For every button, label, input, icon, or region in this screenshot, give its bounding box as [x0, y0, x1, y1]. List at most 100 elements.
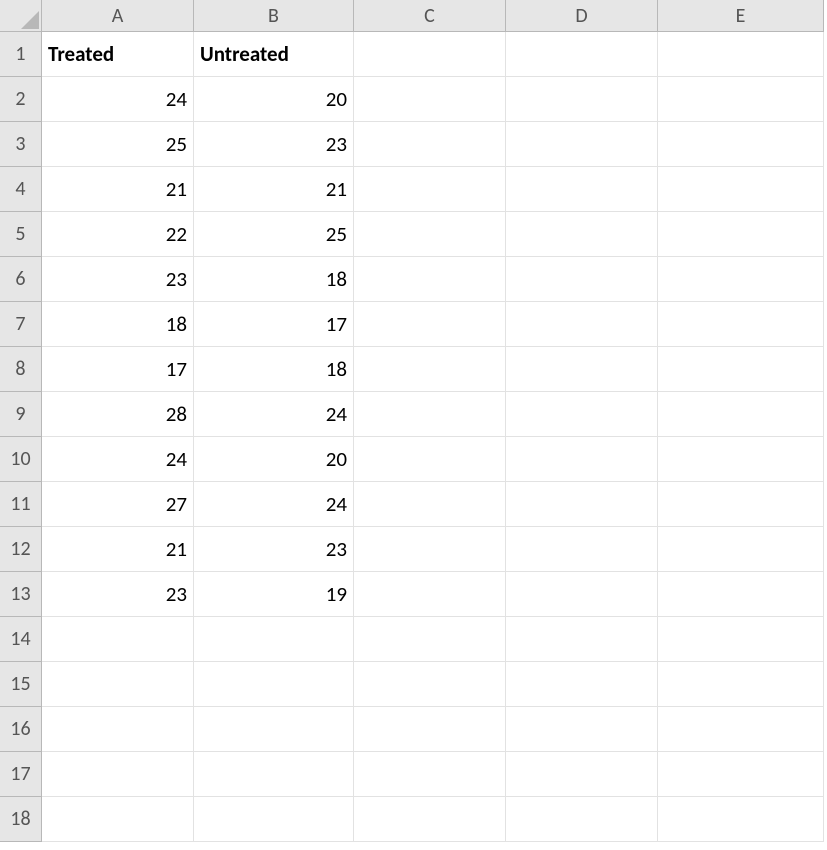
- row-header-2[interactable]: 2: [0, 77, 42, 122]
- cell-C16[interactable]: [354, 707, 506, 752]
- column-header-E[interactable]: E: [658, 0, 824, 32]
- cell-D5[interactable]: [506, 212, 658, 257]
- cell-E8[interactable]: [658, 347, 824, 392]
- cell-A5[interactable]: 22: [42, 212, 194, 257]
- cell-D14[interactable]: [506, 617, 658, 662]
- cell-C4[interactable]: [354, 167, 506, 212]
- cell-D6[interactable]: [506, 257, 658, 302]
- cell-E9[interactable]: [658, 392, 824, 437]
- cell-C1[interactable]: [354, 32, 506, 77]
- cell-E13[interactable]: [658, 572, 824, 617]
- cell-C11[interactable]: [354, 482, 506, 527]
- cell-A9[interactable]: 28: [42, 392, 194, 437]
- cell-E4[interactable]: [658, 167, 824, 212]
- cell-C3[interactable]: [354, 122, 506, 167]
- cell-B12[interactable]: 23: [194, 527, 354, 572]
- cell-E7[interactable]: [658, 302, 824, 347]
- row-header-6[interactable]: 6: [0, 257, 42, 302]
- cell-B3[interactable]: 23: [194, 122, 354, 167]
- column-header-A[interactable]: A: [42, 0, 194, 32]
- cell-A1[interactable]: Treated: [42, 32, 194, 77]
- cell-C18[interactable]: [354, 797, 506, 842]
- cell-B1[interactable]: Untreated: [194, 32, 354, 77]
- cell-D13[interactable]: [506, 572, 658, 617]
- cell-C17[interactable]: [354, 752, 506, 797]
- cell-C14[interactable]: [354, 617, 506, 662]
- cell-A11[interactable]: 27: [42, 482, 194, 527]
- row-header-16[interactable]: 16: [0, 707, 42, 752]
- cell-E1[interactable]: [658, 32, 824, 77]
- cell-C12[interactable]: [354, 527, 506, 572]
- cell-A3[interactable]: 25: [42, 122, 194, 167]
- cell-A10[interactable]: 24: [42, 437, 194, 482]
- cell-D11[interactable]: [506, 482, 658, 527]
- cell-A14[interactable]: [42, 617, 194, 662]
- cell-D2[interactable]: [506, 77, 658, 122]
- cell-C13[interactable]: [354, 572, 506, 617]
- cell-B7[interactable]: 17: [194, 302, 354, 347]
- cell-B2[interactable]: 20: [194, 77, 354, 122]
- row-header-10[interactable]: 10: [0, 437, 42, 482]
- column-header-D[interactable]: D: [506, 0, 658, 32]
- cell-D12[interactable]: [506, 527, 658, 572]
- cell-A18[interactable]: [42, 797, 194, 842]
- select-all-corner[interactable]: [0, 0, 42, 32]
- cell-B9[interactable]: 24: [194, 392, 354, 437]
- row-header-12[interactable]: 12: [0, 527, 42, 572]
- column-header-C[interactable]: C: [354, 0, 506, 32]
- cell-C15[interactable]: [354, 662, 506, 707]
- cell-E15[interactable]: [658, 662, 824, 707]
- cell-E3[interactable]: [658, 122, 824, 167]
- cell-D3[interactable]: [506, 122, 658, 167]
- row-header-17[interactable]: 17: [0, 752, 42, 797]
- cell-D9[interactable]: [506, 392, 658, 437]
- cell-B14[interactable]: [194, 617, 354, 662]
- cell-E10[interactable]: [658, 437, 824, 482]
- cell-B13[interactable]: 19: [194, 572, 354, 617]
- cell-A6[interactable]: 23: [42, 257, 194, 302]
- cell-B15[interactable]: [194, 662, 354, 707]
- cell-A4[interactable]: 21: [42, 167, 194, 212]
- cell-D1[interactable]: [506, 32, 658, 77]
- row-header-7[interactable]: 7: [0, 302, 42, 347]
- cell-C6[interactable]: [354, 257, 506, 302]
- cell-E11[interactable]: [658, 482, 824, 527]
- row-header-13[interactable]: 13: [0, 572, 42, 617]
- cell-B16[interactable]: [194, 707, 354, 752]
- cell-A12[interactable]: 21: [42, 527, 194, 572]
- cell-C2[interactable]: [354, 77, 506, 122]
- cell-A8[interactable]: 17: [42, 347, 194, 392]
- cell-A2[interactable]: 24: [42, 77, 194, 122]
- cell-B5[interactable]: 25: [194, 212, 354, 257]
- cell-B18[interactable]: [194, 797, 354, 842]
- row-header-11[interactable]: 11: [0, 482, 42, 527]
- row-header-15[interactable]: 15: [0, 662, 42, 707]
- cell-E6[interactable]: [658, 257, 824, 302]
- cell-B8[interactable]: 18: [194, 347, 354, 392]
- cell-B17[interactable]: [194, 752, 354, 797]
- cell-D7[interactable]: [506, 302, 658, 347]
- cell-D16[interactable]: [506, 707, 658, 752]
- row-header-4[interactable]: 4: [0, 167, 42, 212]
- cell-E18[interactable]: [658, 797, 824, 842]
- cell-C9[interactable]: [354, 392, 506, 437]
- row-header-5[interactable]: 5: [0, 212, 42, 257]
- cell-D4[interactable]: [506, 167, 658, 212]
- cell-A13[interactable]: 23: [42, 572, 194, 617]
- cell-D8[interactable]: [506, 347, 658, 392]
- cell-E5[interactable]: [658, 212, 824, 257]
- cell-B4[interactable]: 21: [194, 167, 354, 212]
- row-header-9[interactable]: 9: [0, 392, 42, 437]
- cell-A7[interactable]: 18: [42, 302, 194, 347]
- row-header-18[interactable]: 18: [0, 797, 42, 842]
- cell-D10[interactable]: [506, 437, 658, 482]
- row-header-1[interactable]: 1: [0, 32, 42, 77]
- cell-E16[interactable]: [658, 707, 824, 752]
- cell-E14[interactable]: [658, 617, 824, 662]
- cell-B11[interactable]: 24: [194, 482, 354, 527]
- cell-B10[interactable]: 20: [194, 437, 354, 482]
- cell-A15[interactable]: [42, 662, 194, 707]
- row-header-3[interactable]: 3: [0, 122, 42, 167]
- cell-E17[interactable]: [658, 752, 824, 797]
- cell-E12[interactable]: [658, 527, 824, 572]
